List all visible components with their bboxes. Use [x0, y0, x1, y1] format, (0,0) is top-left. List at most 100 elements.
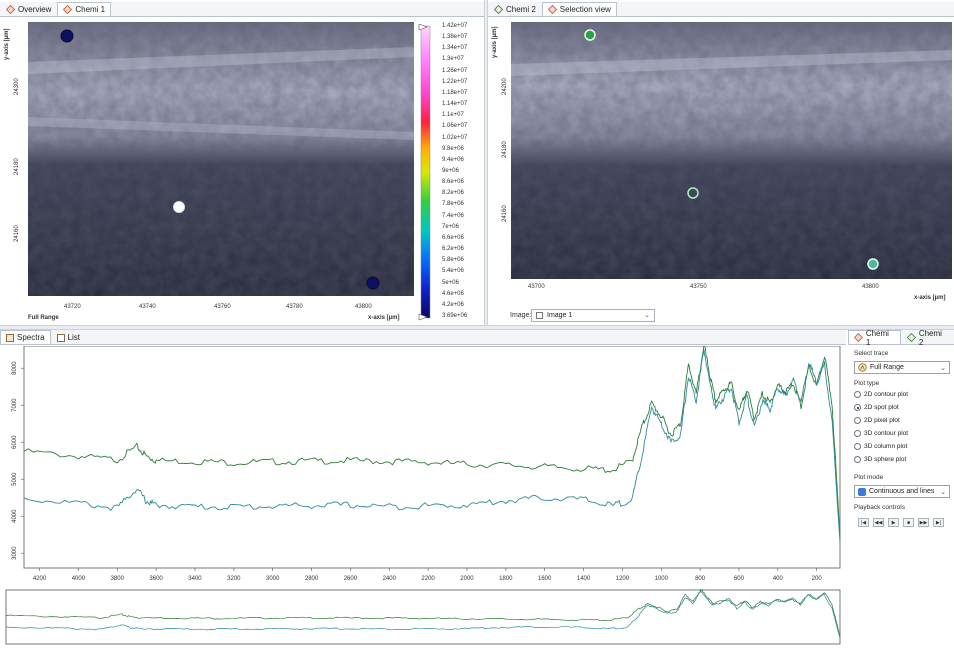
diamond-icon — [907, 333, 916, 342]
playback-rewind-button[interactable]: ◀◀ — [873, 518, 884, 527]
radio-label: 3D contour plot — [864, 430, 909, 437]
x-tick-label: 1800 — [499, 576, 513, 582]
x-tick-label: 800 — [695, 576, 706, 582]
x-tick-label: 4000 — [72, 576, 86, 582]
trace-icon — [858, 363, 867, 372]
colorbar-tick-label: 9e+06 — [442, 168, 459, 174]
right-x-tick: 43750 — [690, 284, 707, 290]
overview-pane: Overview Chemi 1 y-axis [µm] 24300 24180… — [0, 0, 484, 326]
radio-2d-spot[interactable]: 2D spot plot — [854, 404, 899, 411]
x-tick-label: 1400 — [577, 576, 591, 582]
side-tabbar: Chemi 1 Chemi 2 — [848, 328, 954, 347]
image-select-dropdown[interactable]: Image 1 ⌄ — [531, 309, 655, 322]
selection-image[interactable] — [511, 22, 952, 279]
left-y-tick: 24300 — [14, 78, 20, 95]
tab-spectra-label: Spectra — [17, 333, 45, 342]
x-tick-label: 3000 — [266, 576, 280, 582]
tab-chemi-2-label: Chemi 2 — [506, 5, 536, 14]
colorbar-tick-label: 1.3e+07 — [442, 56, 464, 63]
colorbar-tick-label: 8.2e+06 — [442, 190, 464, 197]
spot-marker[interactable] — [60, 29, 74, 43]
overview-image[interactable] — [28, 22, 414, 296]
radio-dot — [854, 404, 861, 411]
playback-last-button[interactable]: ▶| — [933, 518, 944, 527]
colorbar-tick-label: 1.14e+07 — [442, 101, 468, 108]
colorbar-tick-label: 1.06e+07 — [442, 123, 468, 130]
right-x-tick: 43700 — [528, 284, 545, 290]
colorbar-tick-label: 7e+06 — [442, 223, 459, 230]
selection-marker[interactable] — [584, 29, 596, 41]
colorbar-tick-label: 5.8e+06 — [442, 257, 464, 264]
tab-selection-view[interactable]: Selection view — [541, 2, 617, 16]
playback-play-button[interactable]: ▶ — [888, 518, 899, 527]
x-tick-label: 3600 — [149, 576, 163, 582]
tab-chemi-1[interactable]: Chemi 1 — [57, 2, 112, 16]
tab-list[interactable]: List — [51, 330, 86, 344]
select-trace-value: Full Range — [870, 364, 904, 371]
radio-3d-column[interactable]: 3D column plot — [854, 443, 907, 450]
y-tick-label: 3000 — [12, 546, 18, 560]
select-trace-label: Select trace — [854, 350, 889, 357]
side-tab-chemi-2[interactable]: Chemi 2 — [901, 328, 954, 347]
right-y-axis-title: y-axis [µm] — [492, 26, 498, 58]
right-y-tick: 24180 — [502, 141, 508, 158]
colorbar-tick-label: 1.42e+07 — [442, 23, 468, 29]
colorbar-tick-label: 8.6e+06 — [442, 179, 464, 186]
colorbar-tick-label: 4.2e+06 — [442, 301, 464, 308]
spot-marker[interactable] — [366, 276, 380, 290]
x-tick-label: 3200 — [227, 576, 241, 582]
colorbar-tick-label: 6.2e+06 — [442, 246, 464, 253]
radio-2d-pixel[interactable]: 2D pixel plot — [854, 417, 900, 424]
chevron-down-icon: ⌄ — [940, 365, 946, 372]
y-tick-label: 5000 — [12, 472, 18, 486]
plot-mode-dropdown[interactable]: Continuous and lines ⌄ — [854, 485, 950, 498]
side-tab-chemi-2-label: Chemi 2 — [918, 328, 942, 347]
left-y-tick: 24160 — [14, 225, 20, 242]
radio-2d-contour[interactable]: 2D contour plot — [854, 391, 908, 398]
colorbar-tick-label: 5.4e+06 — [442, 268, 464, 275]
playback-first-button[interactable]: |◀ — [858, 518, 869, 527]
playback-forward-button[interactable]: ▶▶ — [918, 518, 929, 527]
colorbar-tick-label: 5e+06 — [442, 279, 459, 286]
tab-overview[interactable]: Overview — [0, 2, 57, 16]
spectra-chart[interactable]: 4200 4000 3800 3600 3400 3200 3000 2800 2600 2400… — [0, 346, 846, 586]
image-select-label: Image: — [510, 312, 532, 319]
colorbar-tick-label: 1.34e+07 — [442, 45, 468, 52]
colorbar-gradient — [420, 25, 431, 319]
colorbar-tick-label: 1.22e+07 — [442, 78, 468, 85]
plot-mode-label: Plot mode — [854, 474, 884, 481]
tab-chemi-2[interactable]: Chemi 2 — [488, 2, 542, 16]
spectra-overview-chart[interactable] — [0, 588, 846, 648]
diamond-icon — [547, 5, 557, 14]
plot-mode-value: Continuous and lines — [869, 488, 935, 495]
colorbar-tick-label: 7.8e+06 — [442, 201, 464, 208]
spot-marker[interactable] — [173, 201, 185, 213]
y-tick-label: 8000 — [12, 361, 18, 375]
select-trace-dropdown[interactable]: Full Range ⌄ — [854, 361, 950, 374]
colorbar-tick-label: 1.38e+07 — [442, 34, 468, 41]
colorbar-tick-label: 1.18e+07 — [442, 89, 468, 96]
image-checkbox[interactable] — [536, 312, 543, 319]
colorbar-tick-label: 1.02e+07 — [442, 134, 468, 141]
x-tick-label: 2800 — [305, 576, 319, 582]
y-tick-label: 4000 — [12, 509, 18, 523]
playback-stop-button[interactable]: ■ — [903, 518, 914, 527]
radio-dot — [854, 443, 861, 450]
x-tick-label: 1200 — [616, 576, 630, 582]
x-tick-label: 2400 — [383, 576, 397, 582]
tab-spectra[interactable]: Spectra — [0, 330, 51, 344]
x-tick-label: 2600 — [344, 576, 358, 582]
selection-marker[interactable] — [867, 258, 879, 270]
x-tick-label: 200 — [812, 576, 823, 582]
radio-3d-contour[interactable]: 3D contour plot — [854, 430, 908, 437]
y-tick-label: 6000 — [12, 435, 18, 449]
playback-controls-label: Playback controls — [854, 504, 905, 511]
colorbar-tick-label: 3.69e+06 — [442, 313, 468, 319]
diamond-icon — [494, 5, 503, 14]
left-x-tick: 43720 — [64, 304, 81, 310]
colorbar[interactable] — [418, 24, 440, 322]
x-tick-label: 600 — [734, 576, 745, 582]
radio-3d-sphere[interactable]: 3D sphere plot — [854, 456, 906, 463]
side-tab-chemi-1[interactable]: Chemi 1 — [848, 329, 901, 347]
plot-area — [23, 346, 841, 569]
